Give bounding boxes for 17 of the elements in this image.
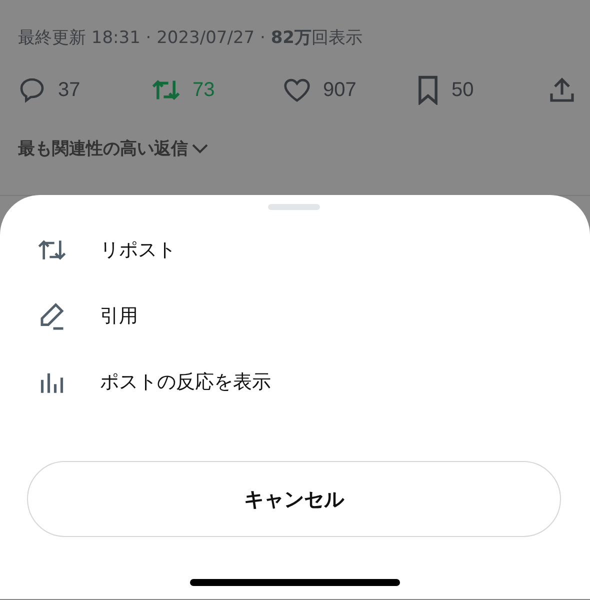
- heart-icon: [283, 77, 311, 103]
- menu-item[interactable]: 引用: [100, 303, 138, 329]
- like-button[interactable]: 907: [283, 77, 413, 103]
- bookmark-icon: [416, 75, 440, 105]
- sort-dropdown[interactable]: 最も関連性の高い返信: [18, 137, 209, 160]
- reply-button[interactable]: 37: [18, 76, 148, 104]
- share-button[interactable]: [548, 76, 576, 104]
- share-icon: [548, 76, 576, 104]
- speech-bubble-icon: [18, 76, 46, 104]
- repost-button[interactable]: 73: [150, 76, 280, 104]
- bookmark-button[interactable]: 50: [416, 75, 546, 105]
- drag-handle[interactable]: [268, 204, 320, 210]
- post-meta: 最終更新 18:31 · 2023/07/27 · 82万回表示: [18, 27, 364, 49]
- menu-item[interactable]: リポスト: [100, 237, 176, 263]
- cancel-button[interactable]: キャンセル: [27, 461, 561, 537]
- menu-item[interactable]: ポストの反応を表示: [100, 369, 271, 395]
- chevron-down-icon: [191, 142, 209, 154]
